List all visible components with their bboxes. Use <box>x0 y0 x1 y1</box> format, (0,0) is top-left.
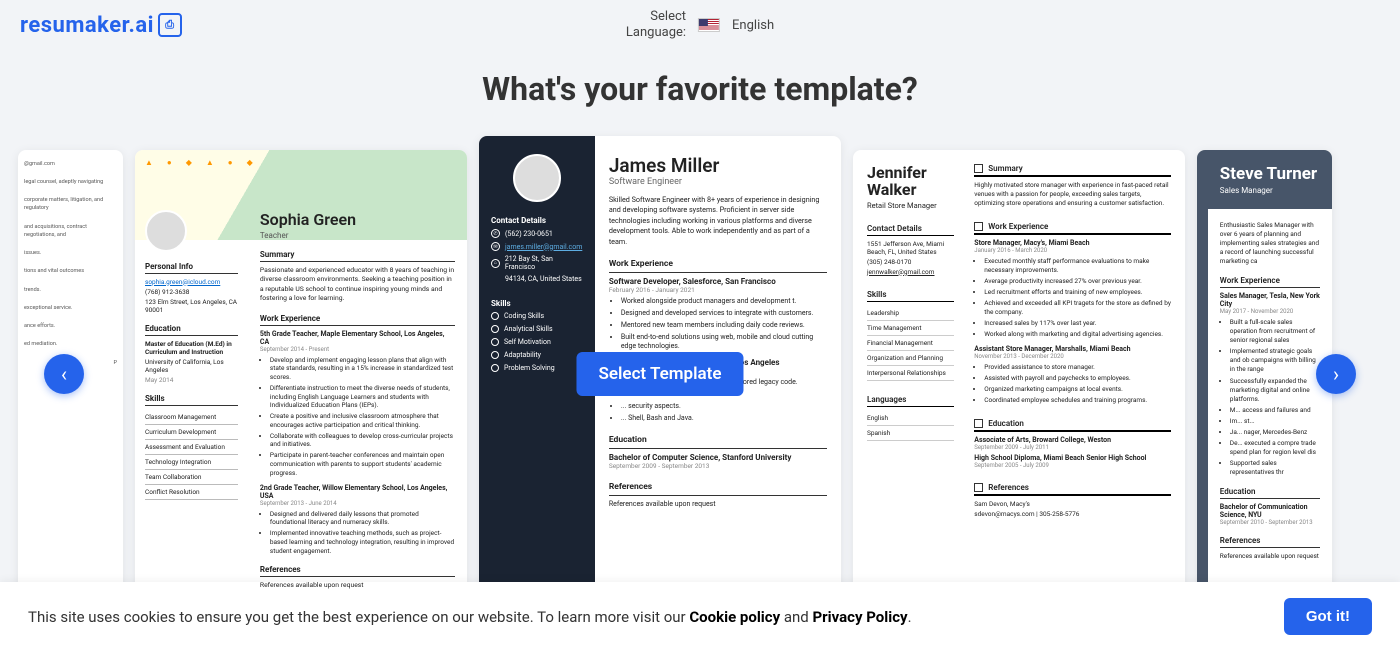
work-icon <box>974 222 983 231</box>
email-icon: ✉ <box>491 242 500 251</box>
page-title: What's your favorite template? <box>0 70 1400 108</box>
flag-icon <box>698 18 720 32</box>
carousel-prev-button[interactable]: ‹ <box>44 354 84 394</box>
template-card-jennifer[interactable]: Jennifer Walker Retail Store Manager Con… <box>853 150 1185 598</box>
summary-icon <box>974 164 983 173</box>
references-icon <box>974 483 983 492</box>
privacy-policy-link[interactable]: Privacy Policy <box>812 608 907 626</box>
logo-icon: ⎙ <box>158 13 182 37</box>
cookie-accept-button[interactable]: Got it! <box>1284 598 1372 635</box>
language-value: English <box>732 18 774 33</box>
education-icon <box>974 419 983 428</box>
select-template-button[interactable]: Select Template <box>576 352 743 396</box>
template-card-sophia[interactable]: Personal Info sophia.green@icloud.com (7… <box>135 150 467 598</box>
location-icon: ⌂ <box>491 259 500 268</box>
avatar <box>513 154 561 202</box>
language-selector[interactable]: Select Language: English <box>626 9 774 42</box>
template-card-james[interactable]: Select Template Contact Details ✆(562) 2… <box>479 136 841 611</box>
cookie-text: This site uses cookies to ensure you get… <box>28 608 912 626</box>
avatar <box>145 210 187 252</box>
language-label: Select Language: <box>626 9 686 42</box>
cookie-policy-link[interactable]: Cookie policy <box>689 608 780 626</box>
template-card-steve[interactable]: Steve Turner Sales Manager Enthusiastic … <box>1197 150 1332 598</box>
phone-icon: ✆ <box>491 229 500 238</box>
logo[interactable]: resumaker.ai ⎙ <box>20 13 182 38</box>
template-carousel: ‹ › @gmail.com legal counsel, adeptly na… <box>0 136 1400 611</box>
carousel-next-button[interactable]: › <box>1316 354 1356 394</box>
